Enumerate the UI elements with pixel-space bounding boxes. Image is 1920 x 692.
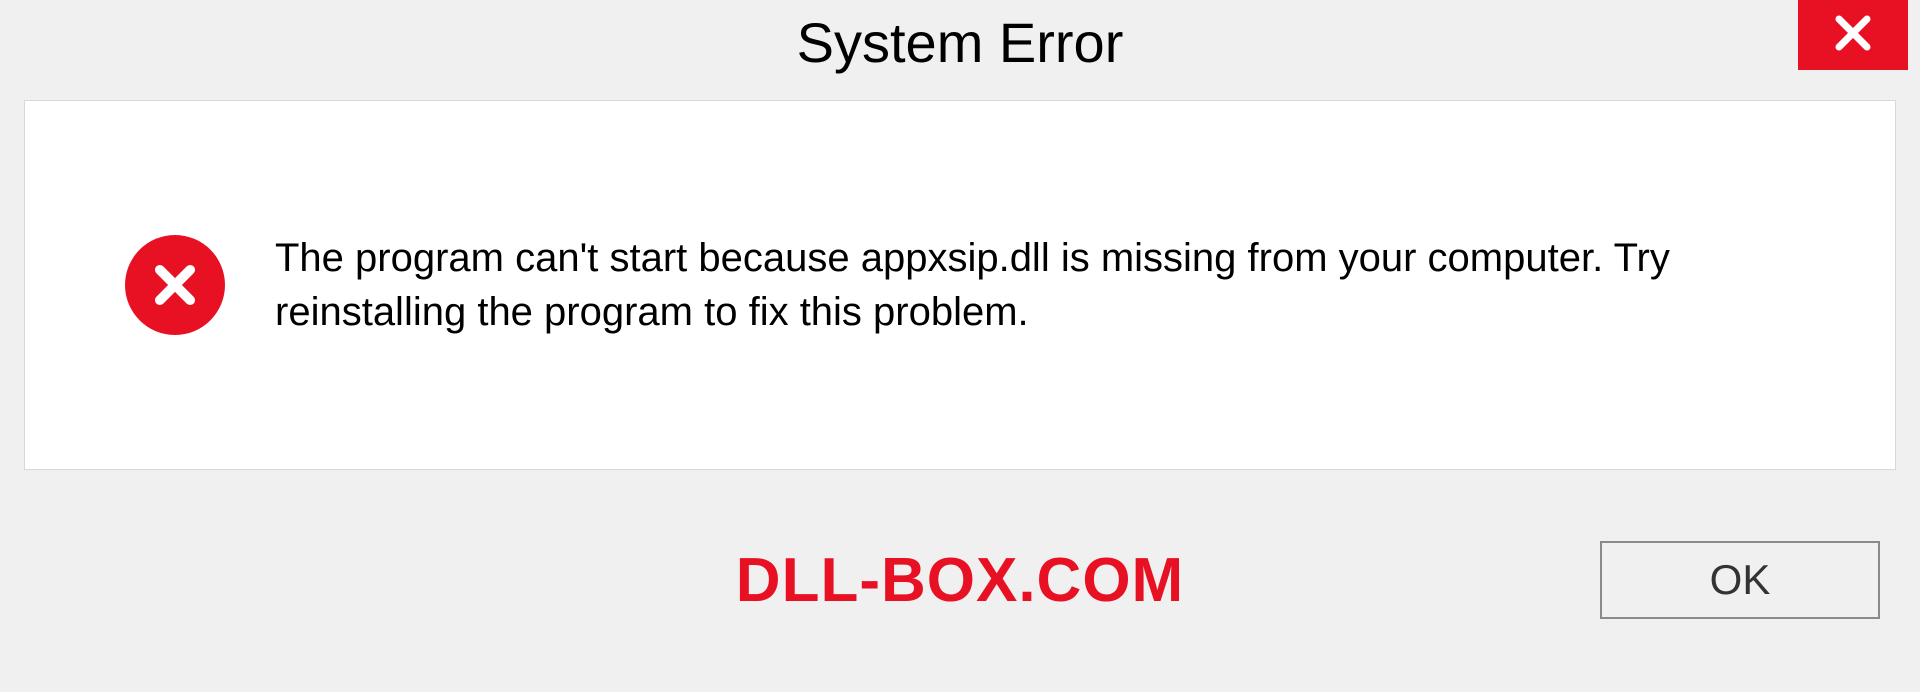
dialog-title: System Error: [797, 10, 1124, 75]
dialog-footer: DLL-BOX.COM OK: [0, 470, 1920, 650]
error-icon-container: [125, 235, 225, 335]
title-bar: System Error: [0, 0, 1920, 90]
close-button[interactable]: [1798, 0, 1908, 70]
watermark-text: DLL-BOX.COM: [736, 545, 1184, 616]
close-icon: [1832, 12, 1874, 59]
error-message: The program can't start because appxsip.…: [275, 231, 1775, 339]
content-panel: The program can't start because appxsip.…: [24, 100, 1896, 470]
error-icon: [125, 235, 225, 335]
ok-button[interactable]: OK: [1600, 541, 1880, 619]
